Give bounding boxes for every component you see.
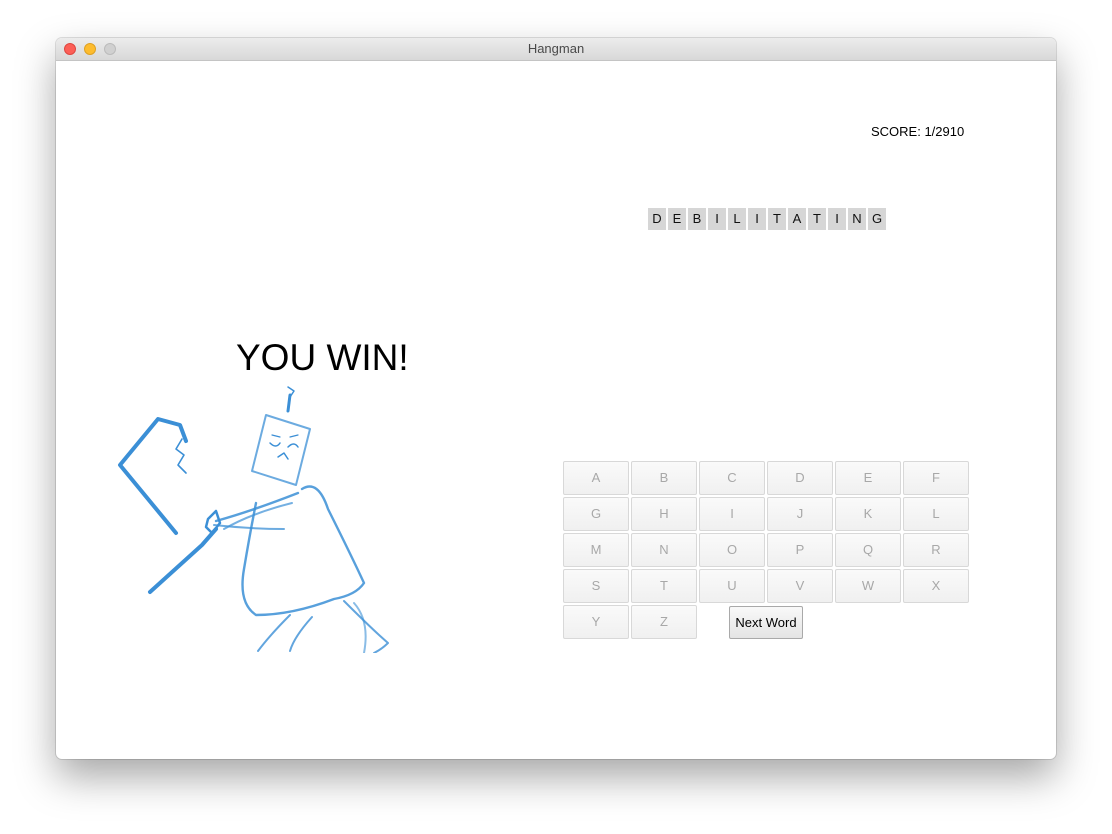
score-label: SCORE: 1/2910	[871, 124, 965, 139]
letter-key-z[interactable]: Z	[631, 605, 697, 639]
letter-key-p[interactable]: P	[767, 533, 833, 567]
word-letter-tile: T	[768, 208, 786, 230]
letter-key-s[interactable]: S	[563, 569, 629, 603]
word-letter-tile: E	[668, 208, 686, 230]
word-letter-tile: T	[808, 208, 826, 230]
letter-key-x[interactable]: X	[903, 569, 969, 603]
word-letter-tile: D	[648, 208, 666, 230]
letter-key-m[interactable]: M	[563, 533, 629, 567]
letter-key-v[interactable]: V	[767, 569, 833, 603]
title-bar[interactable]: Hangman	[56, 38, 1056, 61]
letter-key-k[interactable]: K	[835, 497, 901, 531]
word-letter-tile: A	[788, 208, 806, 230]
letter-key-n[interactable]: N	[631, 533, 697, 567]
letter-key-f[interactable]: F	[903, 461, 969, 495]
word-letter-tile: I	[748, 208, 766, 230]
letter-key-j[interactable]: J	[767, 497, 833, 531]
letter-key-d[interactable]: D	[767, 461, 833, 495]
letter-key-y[interactable]: Y	[563, 605, 629, 639]
app-window: Hangman SCORE: 1/2910 DEBILITATING YOU W…	[56, 38, 1056, 759]
next-word-button[interactable]: Next Word	[729, 606, 803, 639]
letter-key-q[interactable]: Q	[835, 533, 901, 567]
letter-key-h[interactable]: H	[631, 497, 697, 531]
letter-key-o[interactable]: O	[699, 533, 765, 567]
word-letter-tile: N	[848, 208, 866, 230]
letter-key-u[interactable]: U	[699, 569, 765, 603]
word-letter-tile: B	[688, 208, 706, 230]
letter-key-l[interactable]: L	[903, 497, 969, 531]
letter-key-i[interactable]: I	[699, 497, 765, 531]
window-title: Hangman	[527, 41, 585, 56]
letter-key-w[interactable]: W	[835, 569, 901, 603]
word-letter-tile: L	[728, 208, 746, 230]
letter-key-a[interactable]: A	[563, 461, 629, 495]
word-letter-tile: G	[868, 208, 886, 230]
you-win-message: YOU WIN!	[236, 337, 409, 378]
letter-key-e[interactable]: E	[835, 461, 901, 495]
letter-key-g[interactable]: G	[563, 497, 629, 531]
letter-key-r[interactable]: R	[903, 533, 969, 567]
word-display: DEBILITATING	[648, 208, 886, 230]
letter-key-b[interactable]: B	[631, 461, 697, 495]
game-area: SCORE: 1/2910 DEBILITATING YOU WIN! A B …	[56, 61, 1056, 759]
hangman-drawing	[118, 386, 389, 653]
letter-key-t[interactable]: T	[631, 569, 697, 603]
letter-key-c[interactable]: C	[699, 461, 765, 495]
word-letter-tile: I	[708, 208, 726, 230]
word-letter-tile: I	[828, 208, 846, 230]
